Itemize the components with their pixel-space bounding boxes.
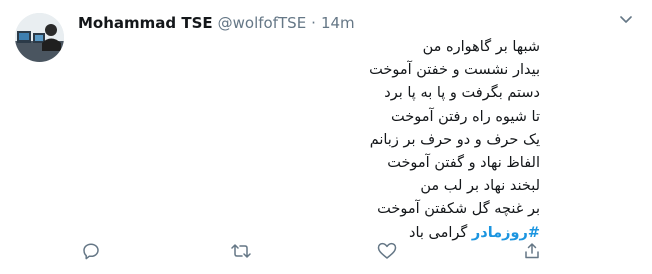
tweet-card[interactable]: Mohammad TSE @wolfofTSE · 14m شبها بر گا… bbox=[0, 0, 652, 274]
chevron-down-icon[interactable] bbox=[616, 10, 636, 30]
tweet-line: بر غنچه گل شکفتن آموخت bbox=[377, 201, 540, 218]
action-bar bbox=[80, 240, 560, 262]
tweet-line: یک حرف و دو حرف بر زبانم bbox=[369, 131, 540, 148]
tweet-text: شبها بر گاهواره من بیدار نشست و خفتن آمو… bbox=[300, 36, 540, 245]
tweet-line: شبها بر گاهواره من bbox=[422, 39, 540, 55]
separator-dot: · bbox=[311, 14, 316, 32]
tweet-header: Mohammad TSE @wolfofTSE · 14m bbox=[78, 12, 355, 34]
share-icon[interactable] bbox=[521, 240, 543, 262]
tweet-line: لبخند نهاد بر لب من bbox=[420, 178, 540, 195]
tweet-line-tail: گرامی باد bbox=[409, 224, 472, 241]
hashtag-link[interactable]: #روزمادر bbox=[472, 225, 540, 241]
tweet-line: تا شیوه راه رفتن آموخت bbox=[391, 108, 540, 125]
author-name[interactable]: Mohammad TSE bbox=[78, 14, 213, 32]
avatar[interactable] bbox=[15, 13, 64, 62]
retweet-icon[interactable] bbox=[230, 240, 252, 262]
reply-icon[interactable] bbox=[80, 240, 102, 262]
tweet-line: الفاظ نهاد و گفتن آموخت bbox=[387, 155, 540, 172]
tweet-line: دستم بگرفت و پا به پا برد bbox=[384, 85, 540, 102]
timestamp[interactable]: 14m bbox=[321, 14, 355, 32]
tweet-line: بیدار نشست و خفتن آموخت bbox=[369, 62, 540, 79]
author-handle[interactable]: @wolfofTSE bbox=[218, 14, 307, 32]
like-icon[interactable] bbox=[376, 240, 398, 262]
